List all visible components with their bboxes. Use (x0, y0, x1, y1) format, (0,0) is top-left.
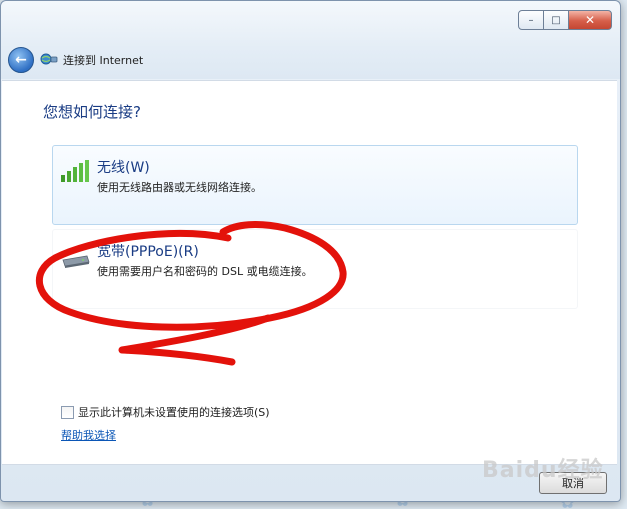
wireless-signal-icon (61, 160, 89, 182)
option-broadband-description: 使用需要用户名和密码的 DSL 或电缆连接。 (97, 265, 313, 278)
option-wireless-title: 无线(W) (97, 160, 150, 176)
content-panel: 您想如何连接? 无线(W) 使用无线路由器或无线网络连接。 宽带(PPPoE)(… (2, 80, 617, 465)
maximize-button[interactable]: □ (543, 10, 569, 30)
close-button[interactable]: ✕ (568, 10, 612, 30)
option-broadband-title: 宽带(PPPoE)(R) (97, 244, 199, 260)
broadband-modem-icon (62, 255, 90, 268)
help-me-choose-link[interactable]: 帮助我选择 (61, 427, 116, 443)
show-other-label: 显示此计算机未设置使用的连接选项(S) (78, 406, 270, 419)
network-icon (40, 53, 58, 65)
title-bar: – □ ✕ ← 连接到 Internet (1, 1, 620, 79)
option-wireless[interactable]: 无线(W) 使用无线路由器或无线网络连接。 (52, 145, 578, 225)
caption-buttons: – □ ✕ (518, 10, 612, 30)
cancel-button[interactable]: 取消 (539, 472, 607, 494)
minimize-button[interactable]: – (518, 10, 544, 30)
show-other-checkbox[interactable] (61, 405, 74, 419)
footer: 取消 (1, 464, 620, 501)
option-wireless-description: 使用无线路由器或无线网络连接。 (97, 181, 262, 194)
page-heading: 您想如何连接? (43, 103, 141, 121)
option-broadband[interactable]: 宽带(PPPoE)(R) 使用需要用户名和密码的 DSL 或电缆连接。 (52, 229, 578, 309)
show-other-options[interactable]: 显示此计算机未设置使用的连接选项(S) (61, 404, 270, 420)
back-arrow-icon[interactable]: ← (8, 47, 34, 73)
window-title: 连接到 Internet (63, 54, 144, 67)
connect-to-internet-window: – □ ✕ ← 连接到 Internet 您想如何连接? 无线(W) 使用无线路… (0, 0, 621, 502)
